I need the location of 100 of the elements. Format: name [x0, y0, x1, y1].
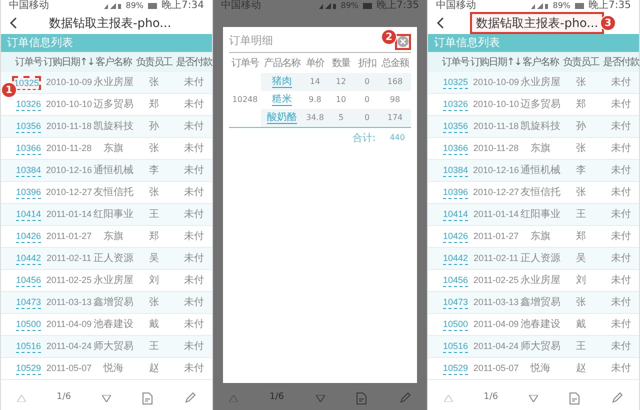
- document-icon[interactable]: [569, 392, 580, 404]
- table-cell-text: 未付: [184, 164, 204, 178]
- order-link[interactable]: 10516: [442, 340, 468, 352]
- column-header[interactable]: 订购日期↑↓: [44, 54, 94, 70]
- table-cell-text: 未付: [611, 76, 631, 90]
- order-link[interactable]: 10356: [16, 120, 41, 132]
- table-cell-text: 未付: [184, 274, 204, 288]
- order-link[interactable]: 10529: [16, 362, 41, 374]
- table-cell-text: 悦海: [104, 362, 124, 376]
- signal-icon: [104, 2, 122, 10]
- table-cell: 10: [336, 94, 346, 106]
- next-icon[interactable]: [102, 394, 112, 402]
- order-link[interactable]: 10529: [442, 362, 468, 374]
- pencil-icon[interactable]: [184, 392, 196, 404]
- table-cell-text: 未付: [611, 362, 631, 376]
- order-link[interactable]: 10473: [16, 296, 41, 308]
- table-cell-text: 赵: [149, 362, 159, 376]
- order-link[interactable]: 10325: [12, 76, 41, 90]
- table-cell-text: 东旗: [104, 230, 124, 244]
- table-cell-text: 李: [576, 164, 586, 178]
- order-link[interactable]: 10516: [16, 340, 41, 352]
- table-cell-text: 戴: [576, 318, 586, 332]
- column-header: 数量: [332, 56, 350, 70]
- order-link[interactable]: 10442: [442, 252, 468, 264]
- column-header: 单价: [306, 56, 324, 70]
- table-cell-text: 未付: [184, 318, 204, 332]
- document-icon[interactable]: [142, 392, 154, 404]
- table-cell-text: 通恒机械: [94, 164, 134, 178]
- table-cell-text: 张: [576, 186, 586, 200]
- order-link[interactable]: 10384: [16, 164, 41, 176]
- column-header: 总金额: [382, 56, 408, 70]
- table-cell-text: 2011-05-07: [46, 362, 92, 375]
- order-link[interactable]: 10396: [16, 186, 41, 198]
- table-cell-text: 2011-04-09: [46, 318, 92, 331]
- order-link[interactable]: 10500: [442, 318, 468, 330]
- table-cell-text: 2011-05-07: [473, 362, 519, 375]
- table-cell-text: 张: [149, 142, 159, 156]
- order-link[interactable]: 10456: [442, 274, 468, 286]
- pencil-icon[interactable]: [399, 392, 412, 404]
- table-cell-text: 未付: [611, 98, 631, 112]
- order-link[interactable]: 10426: [16, 230, 41, 242]
- table-cell: 0: [364, 94, 370, 106]
- order-link[interactable]: 10500: [16, 318, 41, 330]
- order-link[interactable]: 10414: [442, 208, 468, 220]
- battery-icon: [148, 3, 158, 9]
- table-cell-text: 未付: [184, 186, 204, 200]
- order-link[interactable]: 10456: [16, 274, 41, 286]
- pencil-icon[interactable]: [611, 392, 624, 404]
- table-cell-text: 凯旋科技: [94, 120, 134, 134]
- order-link[interactable]: 10325: [442, 76, 468, 88]
- table-cell-text: 孙: [149, 120, 159, 134]
- dialog-title: 订单明细: [229, 33, 273, 50]
- signal-icon: [318, 2, 337, 10]
- table-cell-text: 吴: [576, 252, 586, 266]
- order-link[interactable]: 10426: [442, 230, 468, 242]
- order-link[interactable]: 10366: [16, 142, 41, 154]
- next-icon[interactable]: [316, 394, 325, 402]
- table-cell-text: 2011-01-14: [46, 208, 92, 221]
- table-cell-text: 刘: [149, 274, 159, 288]
- section-header: 订单信息列表: [1, 34, 212, 52]
- table-cell: 12: [336, 76, 346, 88]
- table-cell-text: 未付: [184, 208, 204, 222]
- table-cell-text: 2011-02-25: [46, 274, 92, 287]
- order-link[interactable]: 10473: [442, 296, 468, 308]
- table-cell-text: 东旗: [530, 142, 550, 156]
- table-cell-text: 正人资源: [94, 252, 134, 266]
- order-link[interactable]: 10384: [442, 164, 468, 176]
- table-cell-text: 永业房屋: [94, 274, 134, 288]
- table-cell-text: 东旗: [530, 230, 550, 244]
- document-icon[interactable]: [356, 392, 368, 404]
- table-cell-text: 孙: [576, 120, 586, 134]
- order-link[interactable]: 10442: [16, 252, 41, 264]
- table-cell-text: 未付: [184, 142, 204, 156]
- table-cell-text: 2011-03-13: [473, 296, 519, 309]
- table-cell-text: 2010-12-27: [472, 186, 520, 199]
- back-icon[interactable]: [9, 17, 17, 29]
- callout-badge: 3: [600, 15, 616, 31]
- column-header[interactable]: 订购日期↑↓: [470, 54, 522, 70]
- page-indicator: 1/6: [56, 391, 72, 404]
- order-link[interactable]: 10326: [442, 98, 468, 110]
- table-cell-text: 2011-02-11: [46, 252, 92, 265]
- product-link[interactable]: 糙米: [272, 94, 292, 106]
- order-link[interactable]: 10414: [16, 208, 41, 220]
- order-link[interactable]: 10366: [442, 142, 468, 154]
- table-cell-text: 2011-01-27: [473, 230, 519, 243]
- order-link[interactable]: 10356: [442, 120, 468, 132]
- table-cell-text: 赵: [576, 362, 586, 376]
- table-cell: 14: [310, 76, 320, 88]
- order-link[interactable]: 10326: [16, 98, 41, 110]
- table-cell-text: 迈多贸易: [94, 98, 134, 112]
- table-cell: 98: [390, 94, 400, 106]
- table-cell-text: 未付: [184, 230, 204, 244]
- column-header: 是否付款: [176, 56, 212, 70]
- column-header: 订单号: [232, 56, 258, 70]
- next-icon[interactable]: [529, 394, 538, 402]
- column-header: 产品名称: [264, 56, 300, 70]
- order-link[interactable]: 10396: [442, 186, 468, 198]
- table-cell-text: 鑫增贸易: [520, 296, 560, 310]
- table-cell-text: 张: [149, 76, 159, 90]
- back-icon[interactable]: [436, 17, 444, 29]
